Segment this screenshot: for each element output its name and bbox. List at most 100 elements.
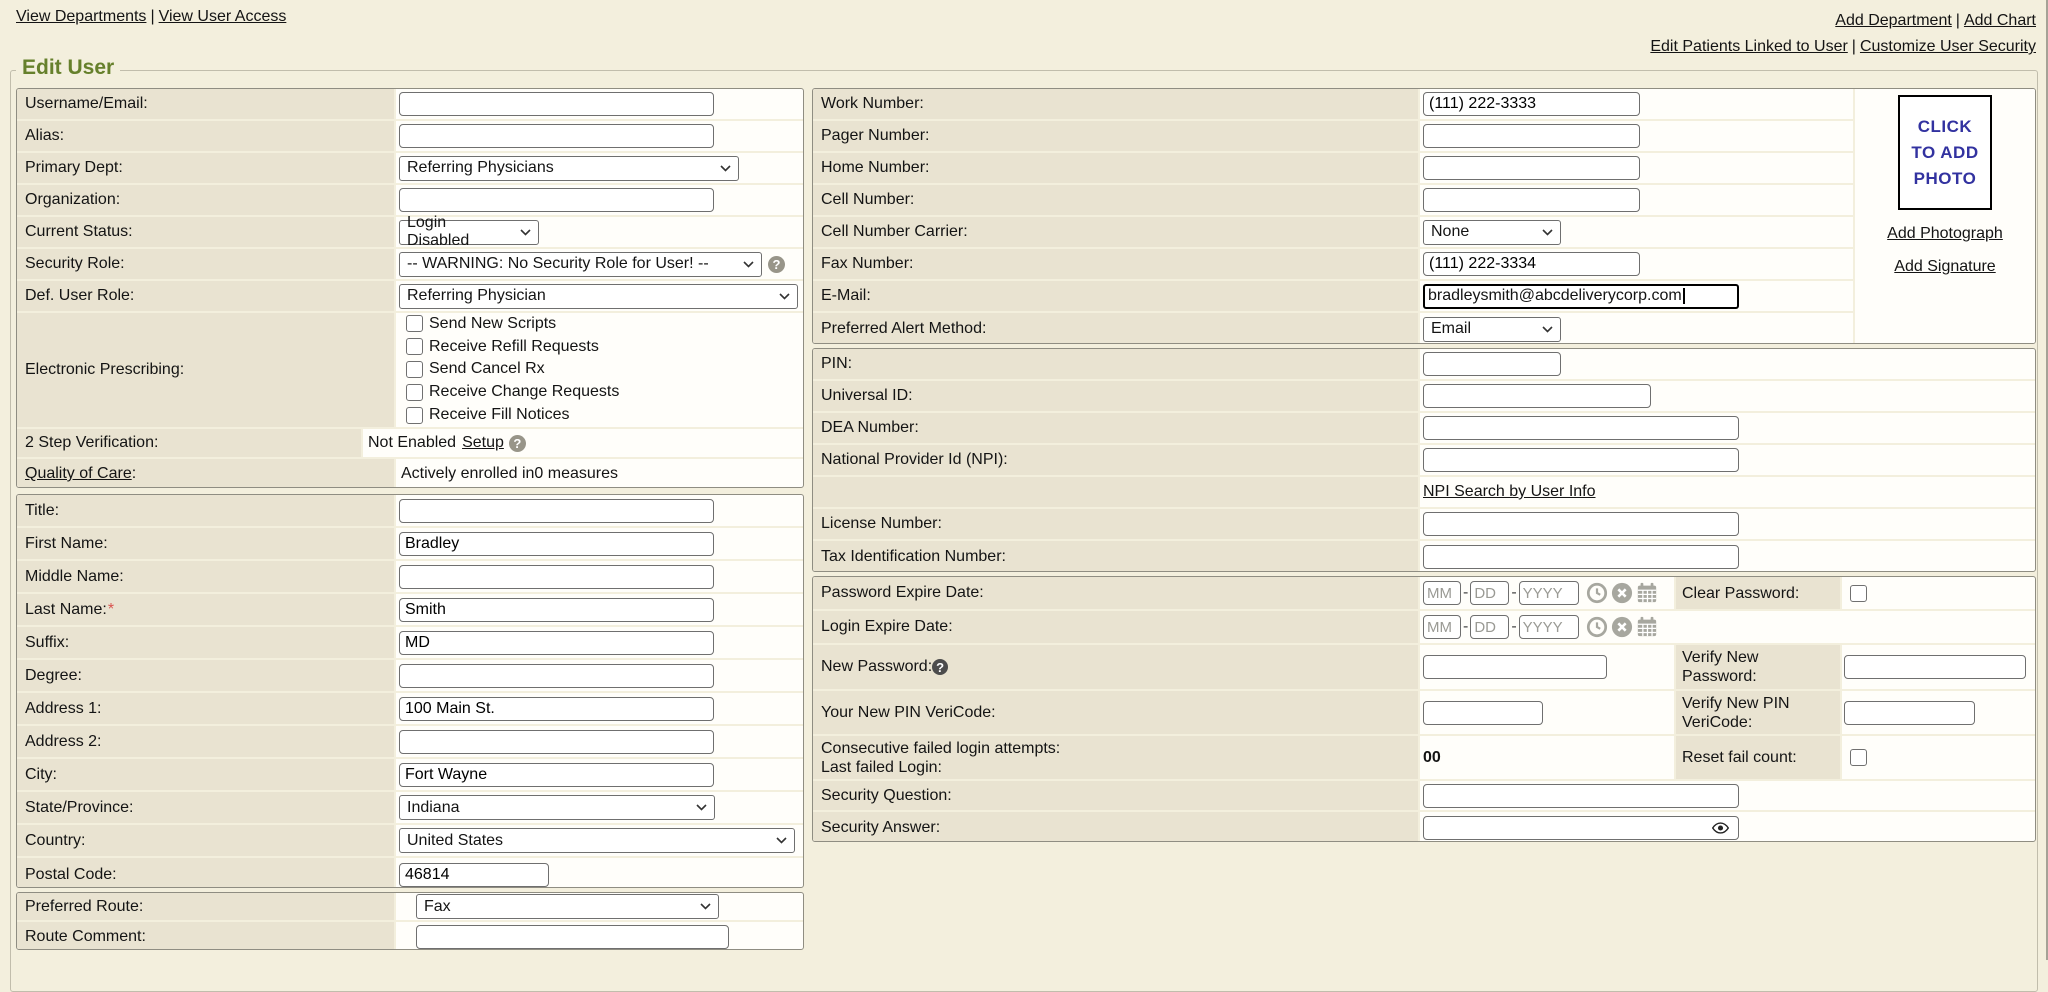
link-customize-user-security[interactable]: Customize User Security [1860, 38, 2036, 55]
failed-attempts-label-cell: Consecutive failed login attempts: Last … [813, 736, 1420, 779]
send-cancel-rx-checkbox[interactable] [406, 361, 423, 378]
verify-new-password-input[interactable] [1844, 655, 2026, 679]
middle-name-input[interactable] [399, 565, 714, 589]
suffix-input[interactable] [399, 631, 714, 655]
receive-fill-notices-checkbox[interactable] [406, 407, 423, 424]
new-pin-vericode-input[interactable] [1423, 701, 1543, 725]
login-expire-day-input[interactable] [1470, 615, 1509, 639]
time-picker-icon[interactable] [1586, 582, 1608, 604]
calendar-icon[interactable] [1636, 582, 1658, 604]
city-input[interactable] [399, 763, 714, 787]
degree-label: Degree: [17, 660, 396, 691]
verify-new-password-label: Verify New Password: [1674, 645, 1842, 689]
receive-change-requests-checkbox[interactable] [406, 384, 423, 401]
security-role-value: -- WARNING: No Security Role for User! -… [407, 255, 709, 273]
route-comment-input[interactable] [416, 925, 729, 949]
calendar-icon[interactable] [1636, 616, 1658, 638]
login-expire-month-input[interactable] [1423, 615, 1461, 639]
degree-input[interactable] [399, 664, 714, 688]
email-field[interactable]: bradleysmith@abcdeliverycorp.com [1423, 284, 1739, 309]
security-question-label: Security Question: [813, 781, 1420, 810]
tax-id-input[interactable] [1423, 545, 1739, 569]
security-question-input[interactable] [1423, 784, 1739, 808]
add-photo-placeholder[interactable]: CLICK TO ADD PHOTO [1898, 95, 1992, 210]
clear-date-icon[interactable] [1611, 582, 1633, 604]
npi-search-link[interactable]: NPI Search by User Info [1423, 483, 1596, 501]
country-label: Country: [17, 825, 396, 856]
date-dash: - [1461, 618, 1470, 636]
username-input[interactable] [399, 92, 714, 116]
clear-password-checkbox[interactable] [1850, 585, 1867, 602]
section-contact: Work Number: Pager Number: Home Number: … [812, 88, 2036, 344]
cell-number-input[interactable] [1423, 188, 1640, 212]
suffix-label: Suffix: [17, 627, 396, 658]
def-user-role-select[interactable]: Referring Physician [399, 284, 798, 309]
license-number-label: License Number: [813, 509, 1420, 539]
new-password-input[interactable] [1423, 655, 1607, 679]
pager-number-input[interactable] [1423, 124, 1640, 148]
two-step-setup-link[interactable]: Setup [462, 434, 504, 452]
link-add-chart[interactable]: Add Chart [1964, 12, 2036, 29]
add-photograph-link[interactable]: Add Photograph [1887, 225, 2003, 243]
row-first-name: First Name: [17, 528, 803, 561]
current-status-select[interactable]: Login Disabled [399, 220, 539, 245]
receive-refill-requests-checkbox[interactable] [406, 338, 423, 355]
link-view-departments[interactable]: View Departments [16, 8, 146, 25]
login-expire-year-input[interactable] [1519, 615, 1579, 639]
alert-method-select[interactable]: Email [1423, 317, 1561, 342]
alias-input[interactable] [399, 124, 714, 148]
title-input[interactable] [399, 499, 714, 523]
pin-input[interactable] [1423, 352, 1561, 376]
show-password-eye-icon[interactable] [1712, 821, 1729, 834]
send-new-scripts-checkbox[interactable] [406, 315, 423, 332]
address2-input[interactable] [399, 730, 714, 754]
last-name-input[interactable] [399, 598, 714, 622]
quality-of-care-link[interactable]: Quality of Care [25, 465, 132, 483]
row-title: Title: [17, 495, 803, 528]
first-name-input[interactable] [399, 532, 714, 556]
security-answer-input[interactable] [1423, 816, 1739, 840]
address1-label: Address 1: [17, 693, 396, 724]
organization-input[interactable] [399, 188, 714, 212]
preferred-route-select[interactable]: Fax [416, 894, 719, 919]
row-last-name: Last Name:* [17, 594, 803, 627]
reset-fail-count-checkbox[interactable] [1850, 749, 1867, 766]
primary-dept-select[interactable]: Referring Physicians [399, 156, 739, 181]
country-value: United States [407, 832, 503, 850]
license-number-input[interactable] [1423, 512, 1739, 536]
cell-carrier-select[interactable]: None [1423, 220, 1561, 245]
link-add-department[interactable]: Add Department [1835, 12, 1952, 29]
dea-number-input[interactable] [1423, 416, 1739, 440]
universal-id-input[interactable] [1423, 384, 1651, 408]
date-dash: - [1509, 618, 1518, 636]
two-step-help-icon[interactable]: ? [509, 435, 526, 452]
address1-input[interactable] [399, 697, 714, 721]
chevron-down-icon [700, 903, 711, 910]
password-expire-year-input[interactable] [1519, 581, 1579, 605]
row-tax-id: Tax Identification Number: [813, 541, 2035, 572]
verify-new-pin-vericode-input[interactable] [1844, 701, 1975, 725]
fax-number-input[interactable] [1423, 252, 1640, 276]
new-password-help-icon[interactable]: ? [932, 659, 948, 675]
npi-input[interactable] [1423, 448, 1739, 472]
link-separator: | [1848, 38, 1860, 55]
password-expire-label: Password Expire Date: [813, 577, 1420, 609]
postal-code-input[interactable] [399, 863, 549, 887]
link-view-user-access[interactable]: View User Access [159, 8, 287, 25]
row-primary-dept: Primary Dept: Referring Physicians [17, 153, 803, 185]
password-expire-day-input[interactable] [1470, 581, 1509, 605]
work-number-input[interactable] [1423, 92, 1640, 116]
security-role-select[interactable]: -- WARNING: No Security Role for User! -… [399, 252, 762, 277]
country-select[interactable]: United States [399, 828, 795, 853]
security-role-help-icon[interactable]: ? [768, 256, 785, 273]
home-number-input[interactable] [1423, 156, 1640, 180]
password-expire-month-input[interactable] [1423, 581, 1461, 605]
time-picker-icon[interactable] [1586, 616, 1608, 638]
clear-date-icon[interactable] [1611, 616, 1633, 638]
state-select[interactable]: Indiana [399, 795, 715, 820]
pin-label: PIN: [813, 349, 1420, 379]
add-signature-link[interactable]: Add Signature [1894, 258, 1995, 276]
row-work-number: Work Number: [813, 89, 1853, 121]
row-organization: Organization: [17, 185, 803, 217]
link-edit-patients-linked[interactable]: Edit Patients Linked to User [1650, 38, 1847, 55]
